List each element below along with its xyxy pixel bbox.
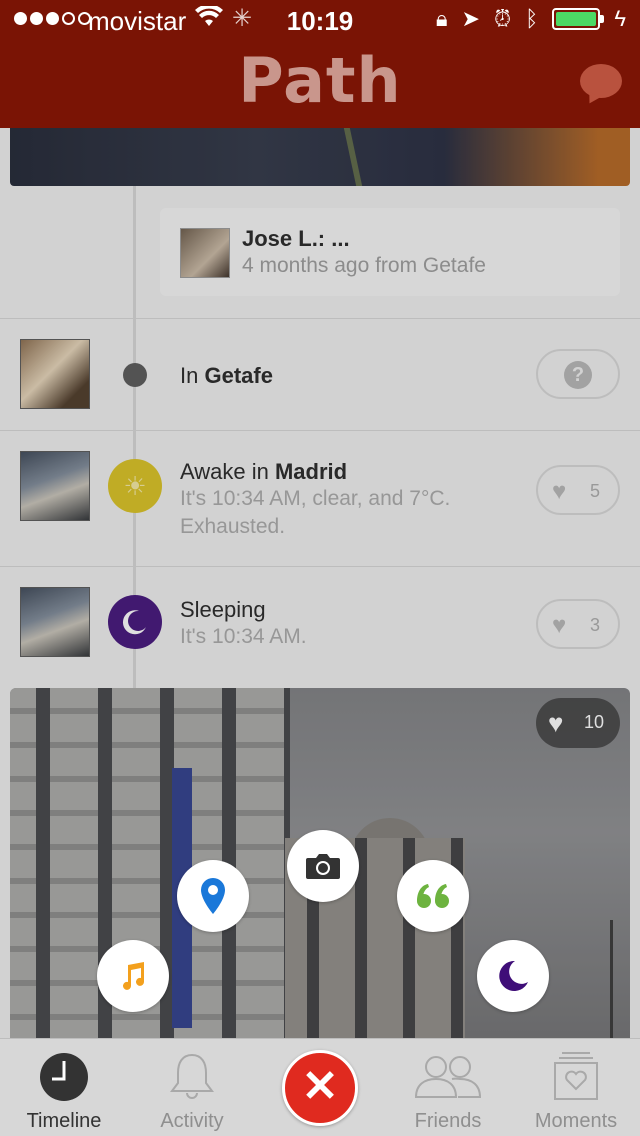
moment-title-prefix: In bbox=[180, 363, 205, 388]
map-pin-icon bbox=[201, 878, 225, 914]
comment-card[interactable]: Jose L.: ... 4 months ago from Getafe bbox=[160, 208, 620, 296]
moon-icon bbox=[499, 960, 528, 991]
bell-icon bbox=[170, 1053, 214, 1099]
like-button[interactable]: ♥ 3 bbox=[536, 599, 620, 649]
music-note-icon bbox=[123, 962, 144, 990]
like-button[interactable]: ♥ 5 bbox=[536, 465, 620, 515]
app-logo: Path bbox=[238, 44, 402, 117]
alarm-clock-icon: ⏰︎ bbox=[493, 6, 512, 31]
heart-icon: ♥ bbox=[548, 708, 564, 738]
rotation-lock-icon: 🔒︎ bbox=[435, 6, 448, 31]
like-count: 10 bbox=[584, 712, 605, 732]
camera-icon bbox=[306, 854, 340, 879]
thought-button[interactable] bbox=[397, 860, 469, 932]
moment-row-sleeping[interactable]: Sleeping It's 10:34 AM. ♥ 3 bbox=[0, 566, 640, 678]
tab-timeline[interactable]: Timeline bbox=[0, 1039, 128, 1136]
photo-lamp bbox=[610, 920, 613, 1038]
tab-label: Friends bbox=[414, 1110, 482, 1132]
moment-title: In Getafe bbox=[180, 363, 273, 389]
bluetooth-icon: ᛒ bbox=[525, 6, 539, 31]
moment-title-prefix: Awake in bbox=[180, 459, 275, 484]
heart-icon: ♥ bbox=[552, 612, 567, 639]
camera-button[interactable] bbox=[287, 830, 359, 902]
avatar[interactable] bbox=[20, 451, 90, 521]
moment-title: Awake in Madrid bbox=[180, 459, 347, 485]
like-count: 5 bbox=[590, 481, 601, 501]
moment-row-awake[interactable]: ☀ Awake in Madrid It's 10:34 AM, clear, … bbox=[0, 430, 640, 566]
moment-subtitle: It's 10:34 AM. bbox=[180, 625, 307, 648]
messages-icon[interactable] bbox=[580, 64, 622, 98]
comment-meta: 4 months ago from Getafe bbox=[242, 254, 486, 277]
moment-title: Sleeping bbox=[180, 597, 266, 623]
nav-bar: movistar ✳ 10:19 🔒︎ ➤ ⏰︎ ᛒ ϟ Path bbox=[0, 0, 640, 128]
tab-label: Activity bbox=[160, 1110, 224, 1132]
avatar[interactable] bbox=[20, 339, 90, 409]
like-count: 3 bbox=[590, 615, 601, 635]
comment-author: Jose L.: ... bbox=[242, 226, 350, 251]
music-button[interactable] bbox=[97, 940, 169, 1012]
status-icons: 🔒︎ ➤ ⏰︎ ᛒ ϟ bbox=[436, 6, 626, 32]
heart-icon: ♥ bbox=[552, 478, 567, 505]
moment-title-prefix: Sleeping bbox=[180, 597, 266, 622]
help-button[interactable]: ? bbox=[536, 349, 620, 399]
moment-title-place: Getafe bbox=[204, 363, 273, 388]
battery-icon bbox=[552, 8, 605, 30]
tab-label: Moments bbox=[534, 1110, 618, 1132]
tab-friends[interactable]: Friends bbox=[384, 1039, 512, 1136]
photo-moment-partial[interactable] bbox=[10, 128, 630, 186]
place-button[interactable] bbox=[177, 860, 249, 932]
sleep-button[interactable] bbox=[477, 940, 549, 1012]
location-dot-icon bbox=[123, 363, 147, 387]
avatar[interactable] bbox=[20, 587, 90, 657]
status-bar: movistar ✳ 10:19 🔒︎ ➤ ⏰︎ ᛒ ϟ bbox=[0, 0, 640, 40]
question-icon: ? bbox=[564, 361, 592, 389]
location-arrow-icon: ➤ bbox=[461, 6, 480, 31]
charging-bolt-icon: ϟ bbox=[614, 6, 626, 31]
quote-icon bbox=[417, 884, 449, 908]
avatar[interactable] bbox=[180, 228, 230, 278]
sun-icon: ☀ bbox=[108, 459, 162, 513]
tab-moments[interactable]: Moments bbox=[512, 1039, 640, 1136]
moon-icon bbox=[108, 595, 162, 649]
clock-icon bbox=[40, 1053, 88, 1101]
moments-box-icon bbox=[554, 1052, 598, 1100]
moment-subtitle: It's 10:34 AM, clear, and 7°C. Exhausted… bbox=[180, 487, 451, 538]
close-icon: ✕ bbox=[301, 1062, 339, 1111]
photo-like-button[interactable]: ♥ 10 bbox=[536, 698, 620, 748]
friends-icon bbox=[414, 1056, 482, 1098]
tab-activity[interactable]: Activity bbox=[128, 1039, 256, 1136]
tab-label: Timeline bbox=[26, 1110, 102, 1132]
moment-row-location[interactable]: In Getafe ? bbox=[0, 318, 640, 430]
moment-title-place: Madrid bbox=[274, 459, 348, 484]
close-menu-button[interactable]: ✕ bbox=[282, 1050, 358, 1126]
